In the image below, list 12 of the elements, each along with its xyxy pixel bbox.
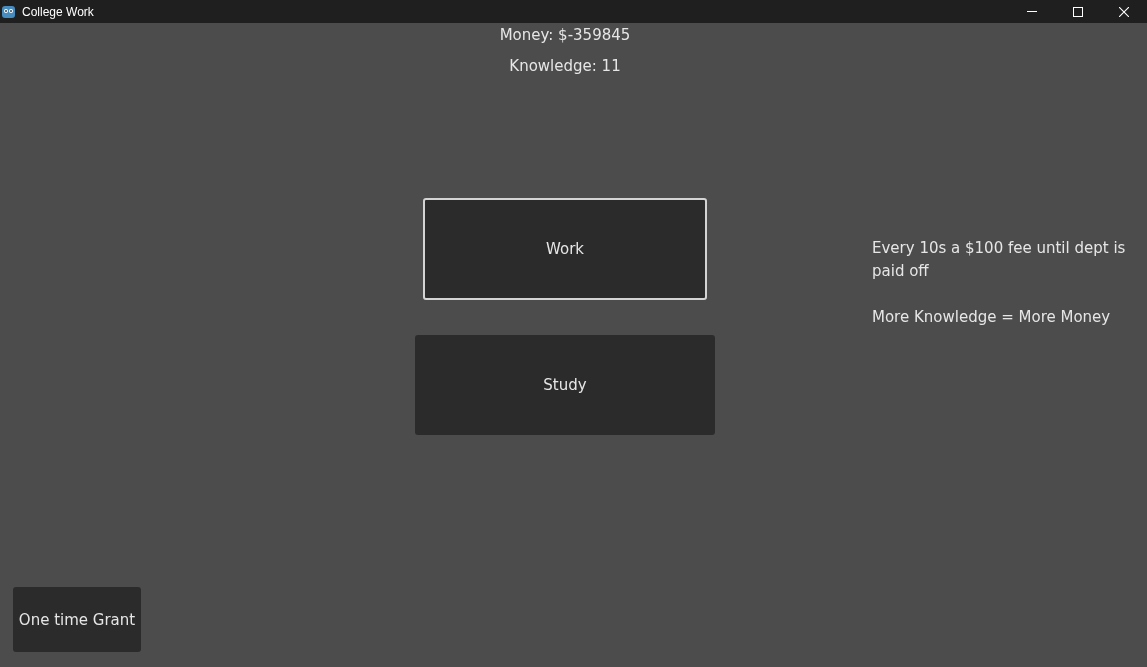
close-icon: [1119, 6, 1129, 17]
stat-label: Money: $-359845: [499, 25, 631, 46]
window-title: College Work: [22, 4, 95, 19]
minimize-icon: [1027, 11, 1037, 12]
stat-label: Knowledge: 11: [509, 56, 621, 77]
maximize-icon: [1073, 6, 1083, 17]
info-text: Every 10s a $100 fee until dept is paid off: [872, 238, 1127, 282]
info-text: More Knowledge = More Money: [872, 307, 1112, 328]
grant-button[interactable]: One time Grant: [13, 587, 141, 652]
robot-icon: [2, 5, 15, 18]
action-button[interactable]: Study: [415, 335, 715, 435]
action-button[interactable]: Work: [423, 198, 707, 300]
